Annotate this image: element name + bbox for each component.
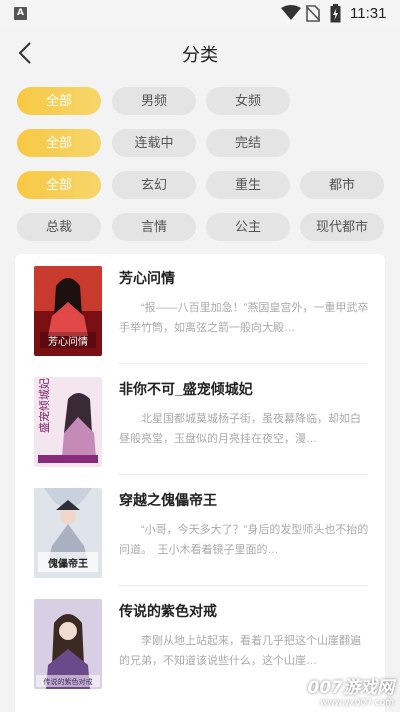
book-title: 非你不可_盛宠倾城妃 (119, 381, 253, 397)
filter-tag-ceo[interactable]: 总裁 (17, 213, 101, 241)
book-cover: 传说的紫色对戒 (34, 599, 102, 689)
filter-row-genre: 全部 玄幻 重生 都市 (17, 171, 387, 199)
book-description: 李刚从地上站起来，看着几乎把这个山崖翻遍的兄弟，不知道该说些什么，这个山崖… (119, 635, 361, 667)
filter-status-completed[interactable]: 完结 (206, 129, 290, 157)
filter-genre-all[interactable]: 全部 (17, 171, 101, 199)
book-cover: 傀儡帝王 (34, 488, 102, 578)
cover-title-text: 傀儡帝王 (48, 557, 88, 570)
cover-title-text: 芳心问情 (48, 335, 88, 348)
filter-tag-modern-urban[interactable]: 现代都市 (300, 213, 384, 241)
battery-charging-icon (330, 4, 341, 23)
book-title: 传说的紫色对戒 (119, 603, 217, 619)
cover-title-text: 传说的紫色对戒 (44, 677, 93, 686)
book-description: 北星国都城莫城杨子街，虽夜幕降临，却如白昼般亮堂，玉盘似的月亮挂在夜空，漫… (119, 413, 361, 445)
divider (118, 474, 368, 475)
book-title: 穿越之傀儡帝王 (119, 492, 217, 508)
filter-row-tags: 总裁 言情 公主 现代都市 (17, 213, 387, 241)
watermark-text: 007游戏网 (307, 678, 395, 698)
book-item[interactable]: 芳心问情 芳心问情 “报——八百里加急！”燕国皇宫外，一重甲武卒手举竹筒，如离弦… (15, 254, 385, 364)
filter-genre-xuanhuan[interactable]: 玄幻 (112, 171, 196, 199)
filter-gender-female[interactable]: 女频 (206, 87, 290, 115)
filter-gender-male[interactable]: 男频 (112, 87, 196, 115)
app-notification-icon: A (14, 7, 27, 20)
status-bar: A 11:31 (0, 0, 400, 28)
filter-genre-urban[interactable]: 都市 (300, 171, 384, 199)
filter-tag-princess[interactable]: 公主 (206, 213, 290, 241)
wifi-icon (281, 5, 301, 20)
page-title: 分类 (182, 45, 218, 65)
divider (118, 585, 368, 586)
book-description: “报——八百里加急！”燕国皇宫外，一重甲武卒手举竹筒，如离弦之箭一般向大殿… (119, 302, 369, 334)
filter-gender-all[interactable]: 全部 (17, 87, 101, 115)
status-time: 11:31 (350, 5, 387, 22)
cover-title-text: 盛宠倾城妃 (37, 378, 51, 433)
filter-status-all[interactable]: 全部 (17, 129, 101, 157)
book-title: 芳心问情 (119, 270, 175, 286)
filter-status-ongoing[interactable]: 连载中 (112, 129, 196, 157)
watermark-url: www.yx007.com (319, 698, 394, 708)
filter-row-status: 全部 连载中 完结 (17, 129, 387, 157)
divider (118, 363, 368, 364)
book-list: 芳心问情 芳心问情 “报——八百里加急！”燕国皇宫外，一重甲武卒手举竹筒，如离弦… (15, 254, 385, 712)
header: 分类 (0, 28, 400, 78)
filter-row-gender: 全部 男频 女频 (17, 87, 387, 115)
no-sim-icon (306, 5, 320, 22)
filter-genre-rebirth[interactable]: 重生 (206, 171, 290, 199)
book-item[interactable]: 傀儡帝王 穿越之傀儡帝王 “小哥，今天多大了？”身后的发型师头也不抬的问道。 王… (15, 476, 385, 586)
book-cover: 盛宠倾城妃 (34, 377, 102, 467)
book-cover: 芳心问情 (34, 266, 102, 356)
filter-tag-romance[interactable]: 言情 (112, 213, 196, 241)
watermark: 007游戏网 www.yx007.com (308, 673, 395, 708)
book-description: “小哥，今天多大了？”身后的发型师头也不抬的问道。 王小木看着镜子里面的… (119, 524, 369, 556)
book-item[interactable]: 盛宠倾城妃 非你不可_盛宠倾城妃 北星国都城莫城杨子街，虽夜幕降临，却如白昼般亮… (15, 365, 385, 475)
